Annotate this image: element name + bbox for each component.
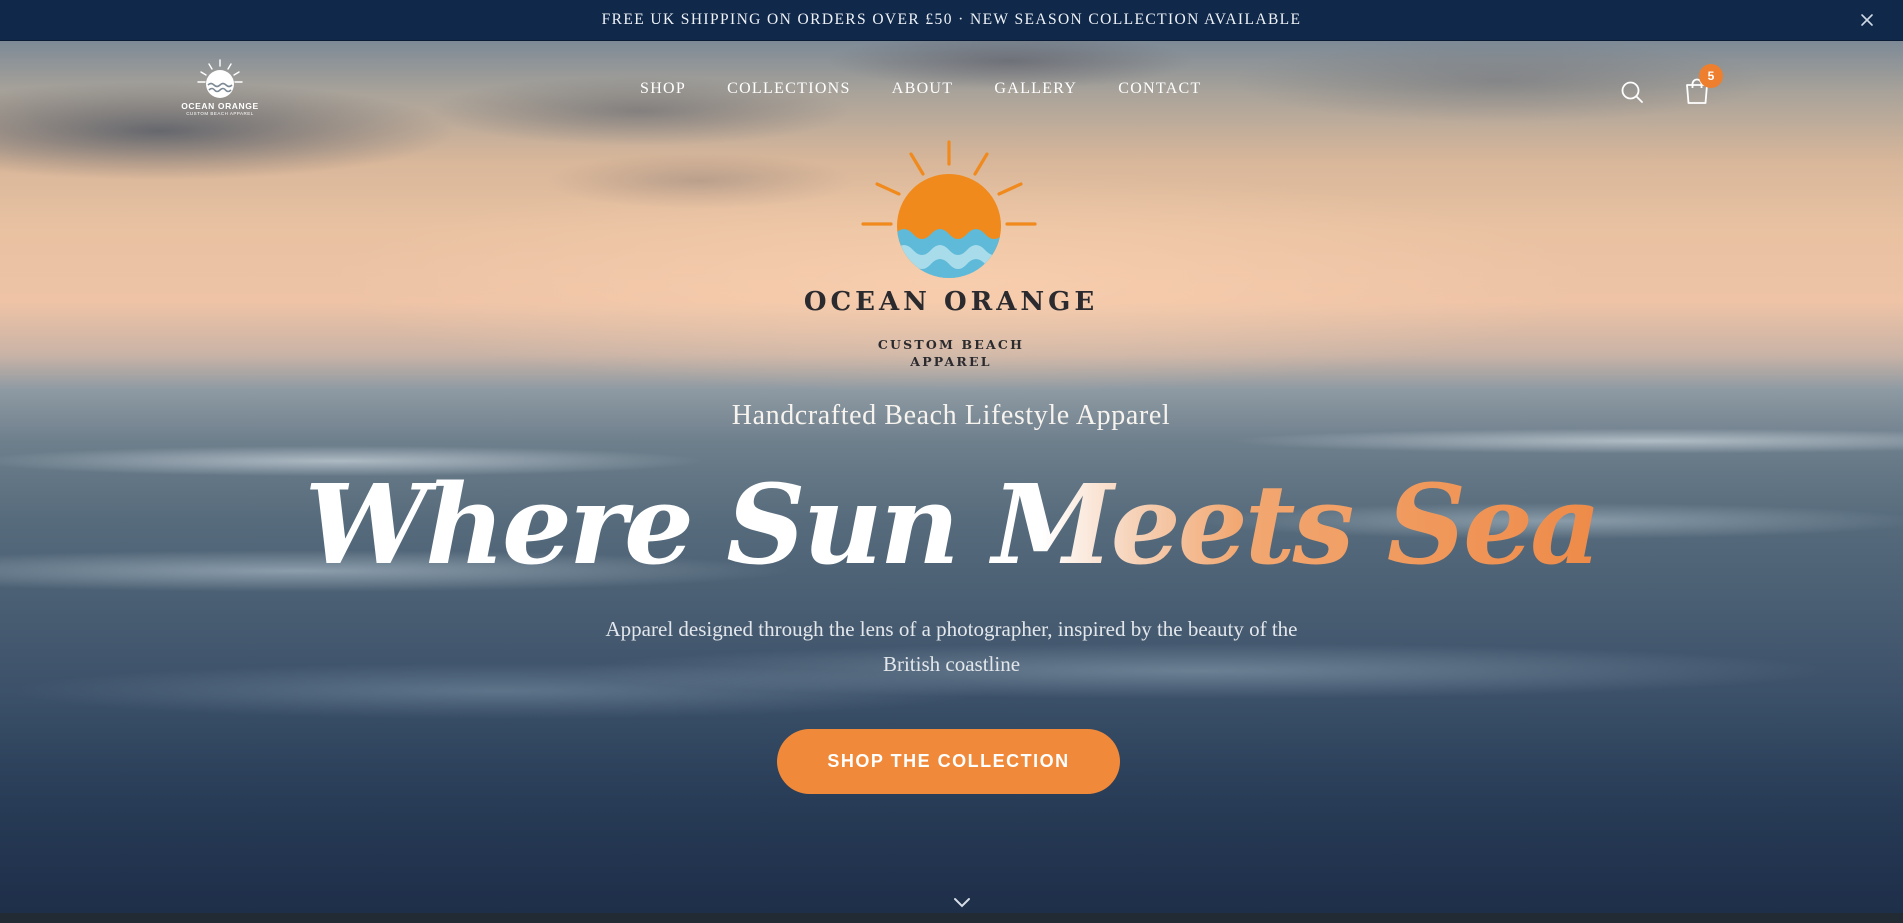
nav-item-about[interactable]: ABOUT <box>892 80 954 98</box>
brand-subtitle-line2: APPAREL <box>910 354 992 369</box>
hero-tagline: Handcrafted Beach Lifestyle Apparel <box>731 400 1171 431</box>
main-nav: SHOP COLLECTIONS ABOUT GALLERY CONTACT <box>640 80 1202 98</box>
chevron-down-icon[interactable] <box>952 896 972 910</box>
bottom-strip <box>0 913 1903 923</box>
logo-sun-icon <box>197 59 243 98</box>
announcement-bar: FREE UK SHIPPING ON ORDERS OVER £50 · NE… <box>0 0 1903 41</box>
cart-count-badge: 5 <box>1699 64 1723 88</box>
site-logo[interactable]: OCEAN ORANGE CUSTOM BEACH APPAREL <box>180 58 260 130</box>
nav-item-collections[interactable]: COLLECTIONS <box>727 80 851 98</box>
announcement-text: FREE UK SHIPPING ON ORDERS OVER £50 · NE… <box>601 11 1302 28</box>
brand-subtitle: CUSTOM BEACH APPAREL <box>851 336 1051 370</box>
brand-sun-wave-logo <box>861 140 1037 278</box>
hero-description: Apparel designed through the lens of a p… <box>605 617 1298 676</box>
nav-item-contact[interactable]: CONTACT <box>1118 80 1201 98</box>
nav-item-gallery[interactable]: GALLERY <box>994 80 1077 98</box>
hero-background-shade <box>0 693 1903 913</box>
brand-name: OCEAN ORANGE <box>803 287 1099 317</box>
hero-headline: Where Sun Meets Sea <box>300 455 1603 595</box>
shop-collection-button[interactable]: SHOP THE COLLECTION <box>777 729 1120 794</box>
nav-item-shop[interactable]: SHOP <box>640 80 686 98</box>
brand-subtitle-line1: CUSTOM BEACH <box>877 337 1025 352</box>
search-icon[interactable] <box>1620 80 1644 104</box>
close-icon[interactable] <box>1857 10 1877 30</box>
logo-name: OCEAN ORANGE <box>181 101 259 111</box>
logo-subtitle: CUSTOM BEACH APPAREL <box>186 111 254 116</box>
